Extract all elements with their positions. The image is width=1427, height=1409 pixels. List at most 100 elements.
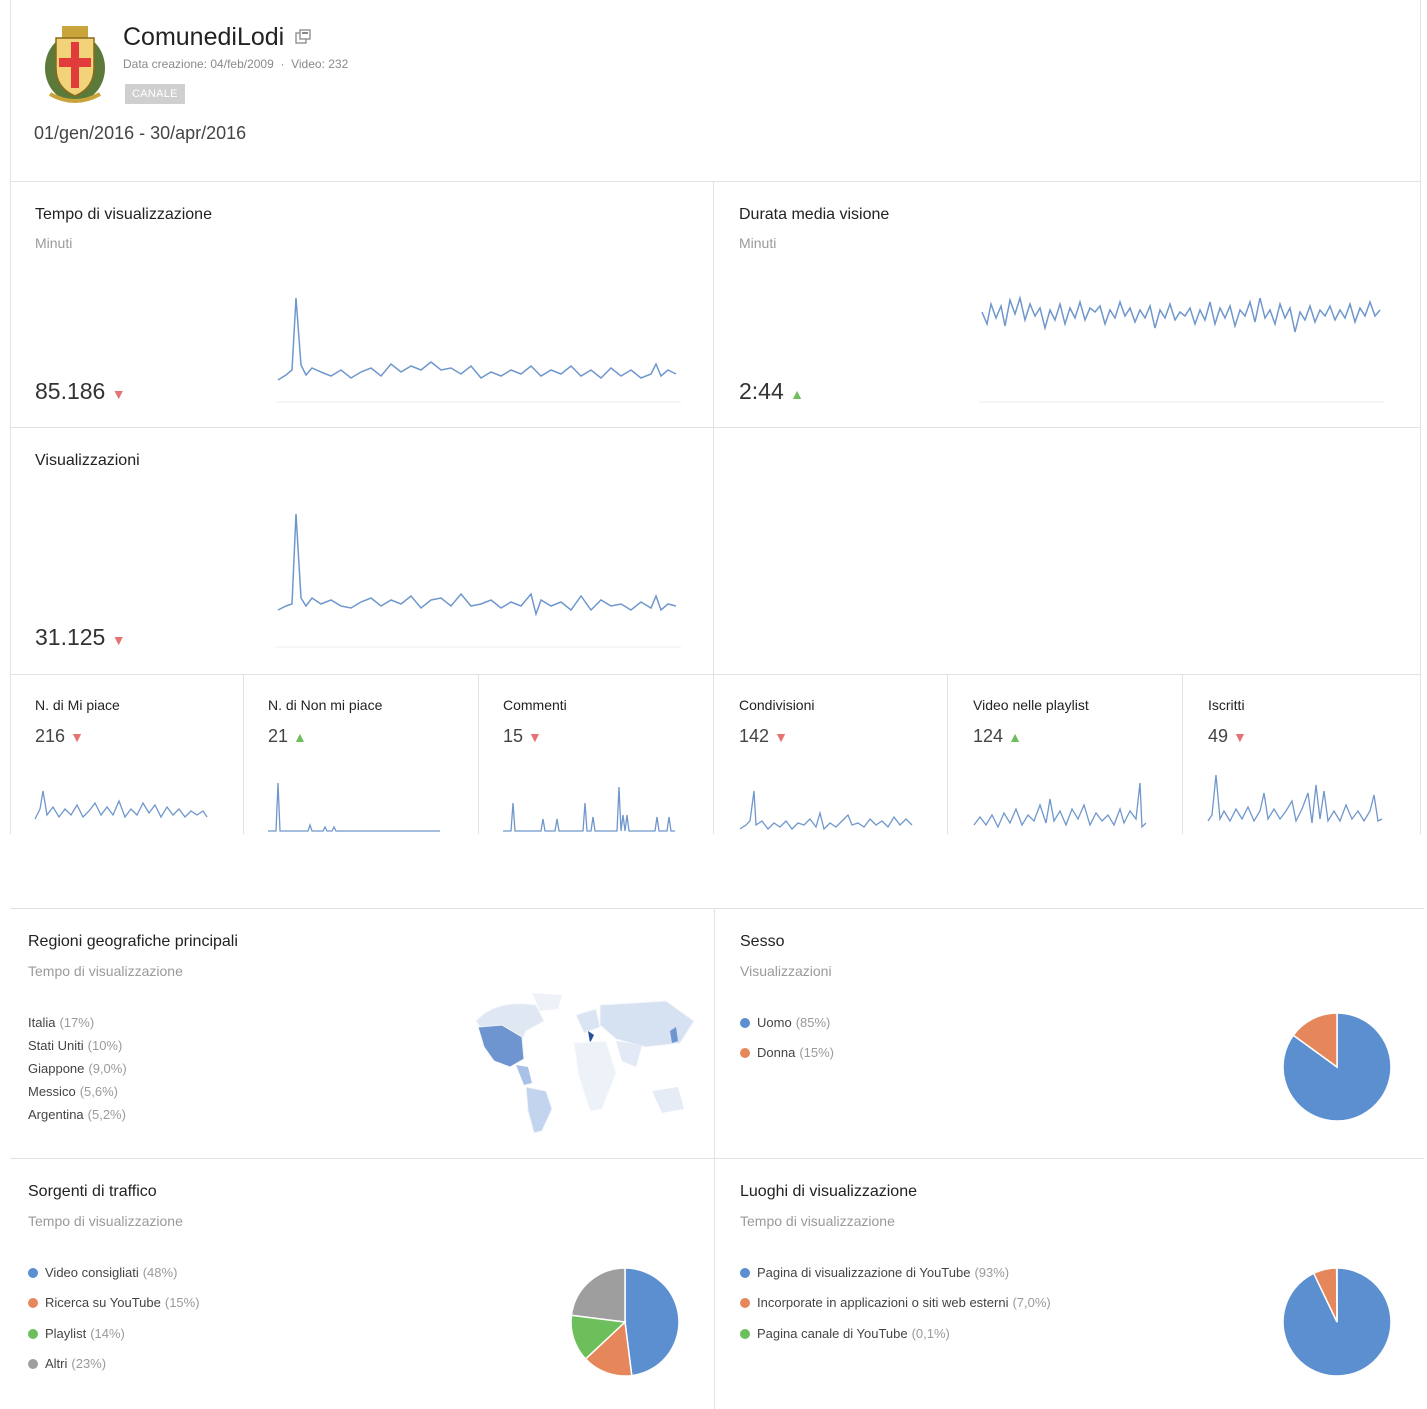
playlist-videos-card[interactable]: Video nelle playlist 124 ▲ xyxy=(948,675,1182,834)
trend-down-icon: ▼ xyxy=(111,386,126,402)
avg-duration-number: 2:44 xyxy=(739,378,784,404)
watch-time-number: 85.186 xyxy=(35,378,106,404)
shares-number: 142 xyxy=(739,726,770,746)
playlist-videos-value: 124 ▲ xyxy=(973,726,1022,747)
trend-up-icon: ▲ xyxy=(790,386,805,402)
likes-card[interactable]: N. di Mi piace 216 ▼ xyxy=(11,675,243,834)
regions-title: Regioni geografiche principali xyxy=(28,933,238,950)
dislikes-sparkline xyxy=(268,782,440,832)
legend-item[interactable]: Uomo (85%) xyxy=(740,1015,830,1030)
shares-card[interactable]: Condivisioni 142 ▼ xyxy=(714,675,947,834)
watch-time-value: 85.186 ▼ xyxy=(35,378,126,405)
gender-pie-chart[interactable] xyxy=(1282,1012,1392,1122)
comments-sparkline xyxy=(503,786,675,832)
legend-item[interactable]: Ricerca su YouTube (15%) xyxy=(28,1295,200,1310)
legend-item[interactable]: Incorporate in applicazioni o siti web e… xyxy=(740,1295,1051,1310)
comments-title: Commenti xyxy=(503,697,567,713)
trend-down-icon: ▼ xyxy=(70,729,84,745)
region-item[interactable]: Stati Uniti (10%) xyxy=(28,1038,122,1053)
trend-down-icon: ▼ xyxy=(111,632,126,648)
trend-down-icon: ▼ xyxy=(1233,729,1247,745)
pie-slice-altri[interactable] xyxy=(570,1267,626,1323)
avg-duration-title: Durata media visione xyxy=(739,206,890,223)
legend-dot-icon xyxy=(740,1268,750,1278)
dislikes-number: 21 xyxy=(268,726,289,746)
traffic-sub: Tempo di visualizzazione xyxy=(28,1213,183,1229)
likes-value: 216 ▼ xyxy=(35,726,84,747)
watch-time-title: Tempo di visualizzazione xyxy=(35,206,212,223)
date-range[interactable]: 01/gen/2016 - 30/apr/2016 xyxy=(34,123,246,144)
region-item[interactable]: Argentina (5,2%) xyxy=(28,1107,126,1122)
subscribers-card[interactable]: Iscritti 49 ▼ xyxy=(1183,675,1420,834)
legend-dot-icon xyxy=(740,1329,750,1339)
comments-value: 15 ▼ xyxy=(503,726,542,747)
comments-number: 15 xyxy=(503,726,524,746)
watch-time-sparkline xyxy=(276,297,681,403)
legend-item[interactable]: Donna (15%) xyxy=(740,1045,834,1060)
gender-card[interactable]: Sesso Visualizzazioni Uomo (85%) Donna (15… xyxy=(715,909,1424,1158)
places-card[interactable]: Luoghi di visualizzazione Tempo di visua… xyxy=(715,1159,1424,1409)
trend-down-icon: ▼ xyxy=(774,729,788,745)
gender-title: Sesso xyxy=(740,933,785,950)
channel-name[interactable]: ComunediLodi xyxy=(123,23,284,52)
traffic-title: Sorgenti di traffico xyxy=(28,1183,157,1200)
likes-number: 216 xyxy=(35,726,66,746)
subscribers-sparkline xyxy=(1207,774,1383,824)
legend-item[interactable]: Altri (23%) xyxy=(28,1356,106,1371)
views-card[interactable]: Visualizzazioni 31.125 ▼ xyxy=(11,428,713,674)
legend-item[interactable]: Pagina canale di YouTube (0,1%) xyxy=(740,1326,950,1341)
avg-duration-value: 2:44 ▲ xyxy=(739,378,804,405)
traffic-card[interactable]: Sorgenti di traffico Tempo di visualizza… xyxy=(11,1159,714,1409)
traffic-pie-chart[interactable] xyxy=(570,1267,680,1377)
regions-sub: Tempo di visualizzazione xyxy=(28,963,183,979)
subscribers-value: 49 ▼ xyxy=(1208,726,1247,747)
legend-item[interactable]: Video consigliati (48%) xyxy=(28,1265,177,1280)
trend-down-icon: ▼ xyxy=(528,729,542,745)
external-link-icon[interactable] xyxy=(295,29,311,45)
likes-title: N. di Mi piace xyxy=(35,697,120,713)
avg-duration-sparkline xyxy=(979,295,1384,403)
views-number: 31.125 xyxy=(35,624,106,650)
dislikes-card[interactable]: N. di Non mi piace 21 ▲ xyxy=(244,675,478,834)
watch-time-line xyxy=(277,297,677,381)
shares-sparkline xyxy=(739,790,913,831)
watch-time-card[interactable]: Tempo di visualizzazione Minuti 85.186 ▼ xyxy=(11,182,713,427)
world-map[interactable] xyxy=(466,991,696,1136)
regions-card[interactable]: Regioni geografiche principali Tempo di … xyxy=(11,909,714,1158)
views-line xyxy=(277,513,677,617)
avg-duration-card[interactable]: Durata media visione Minuti 2:44 ▲ xyxy=(714,182,1420,427)
places-sub: Tempo di visualizzazione xyxy=(740,1213,895,1229)
playlist-videos-sparkline xyxy=(973,782,1147,829)
places-title: Luoghi di visualizzazione xyxy=(740,1183,917,1200)
trend-up-icon: ▲ xyxy=(1008,729,1022,745)
region-item[interactable]: Giappone (9,0%) xyxy=(28,1061,127,1076)
shares-value: 142 ▼ xyxy=(739,726,788,747)
places-pie-chart[interactable] xyxy=(1282,1267,1392,1377)
watch-time-unit: Minuti xyxy=(35,235,73,251)
legend-dot-icon xyxy=(28,1268,38,1278)
legend-dot-icon xyxy=(740,1018,750,1028)
views-value: 31.125 ▼ xyxy=(35,624,126,651)
gender-sub: Visualizzazioni xyxy=(740,963,832,979)
comments-card[interactable]: Commenti 15 ▼ xyxy=(479,675,713,834)
legend-dot-icon xyxy=(28,1298,38,1308)
legend-item[interactable]: Pagina di visualizzazione di YouTube (93%… xyxy=(740,1265,1009,1280)
legend-dot-icon xyxy=(740,1298,750,1308)
avg-duration-line xyxy=(981,295,1381,333)
legend-item[interactable]: Playlist (14%) xyxy=(28,1326,125,1341)
dislikes-value: 21 ▲ xyxy=(268,726,307,747)
shares-title: Condivisioni xyxy=(739,697,815,713)
subscribers-number: 49 xyxy=(1208,726,1229,746)
coat-of-arms-logo xyxy=(45,26,105,103)
subscribers-title: Iscritti xyxy=(1208,697,1245,713)
region-item[interactable]: Italia (17%) xyxy=(28,1015,94,1030)
avg-duration-unit: Minuti xyxy=(739,235,777,251)
legend-dot-icon xyxy=(28,1329,38,1339)
trend-up-icon: ▲ xyxy=(293,729,307,745)
playlist-videos-title: Video nelle playlist xyxy=(973,697,1089,713)
region-item[interactable]: Messico (5,6%) xyxy=(28,1084,118,1099)
pie-slice-video-consigliati[interactable] xyxy=(624,1267,680,1377)
likes-sparkline xyxy=(34,790,208,820)
channel-logo[interactable] xyxy=(42,22,108,106)
legend-dot-icon xyxy=(28,1359,38,1369)
